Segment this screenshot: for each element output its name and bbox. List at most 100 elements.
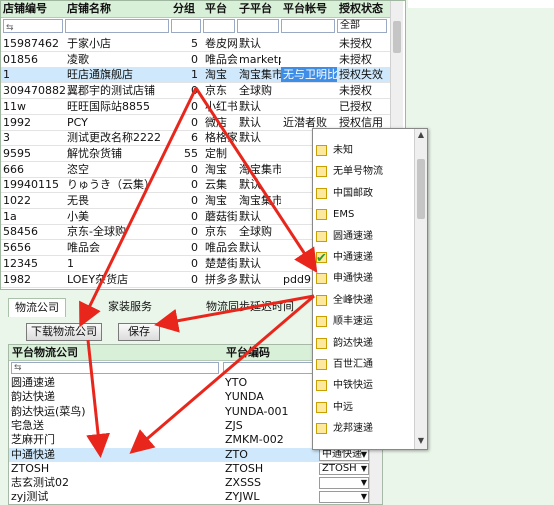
filter-platform[interactable] [203, 19, 235, 33]
table-cell: 9595 [3, 146, 31, 160]
col-group[interactable]: 分组 [171, 1, 201, 17]
checkbox[interactable] [316, 230, 327, 242]
list-item[interactable]: 志玄测试02 ZXSSS ▼ [9, 476, 369, 490]
popup-scroll-thumb[interactable] [417, 159, 425, 219]
table-cell: 唯品会 [205, 241, 237, 255]
table-cell: りゅうき（云集） [67, 178, 155, 192]
checkbox[interactable] [316, 145, 327, 156]
tab-sync-delay[interactable]: 物流同步延迟时间 [200, 298, 300, 316]
tab-bar: 物流公司 家装服务 物流同步延迟时间 [0, 298, 318, 317]
checkbox[interactable] [316, 273, 327, 285]
popup-option[interactable]: 龙邦速递 [316, 421, 412, 437]
col-auth-status[interactable]: 授权状态 [337, 1, 387, 17]
table-cell: 默认 [239, 209, 261, 223]
table-row[interactable]: 309470882 翼郡宇的测试店铺 0 京东 全球购 未授权 [1, 83, 393, 100]
table-row[interactable]: 11w 旺旺国际站8855 0 小红书 默认 已授权 [1, 99, 393, 115]
table-cell: 0 [191, 209, 198, 223]
download-logistics-button[interactable]: 下载物流公司 [26, 323, 102, 341]
popup-option[interactable]: 申通快递 [316, 271, 412, 287]
popup-option[interactable]: 无单号物流 [316, 164, 412, 180]
popup-option[interactable]: EMS [316, 207, 412, 223]
popup-option[interactable]: 中铁快运 [316, 378, 412, 394]
col-subplatform[interactable]: 子平台 [237, 1, 281, 17]
table-cell: 淘宝集市 [239, 194, 281, 207]
scroll-up-icon[interactable]: ▲ [415, 129, 427, 141]
filter-account[interactable] [281, 19, 335, 33]
tab-home-service[interactable]: 家装服务 [102, 298, 158, 316]
table-row[interactable]: 15987462 于家小店 5 卷皮网 默认 未授权 [1, 36, 393, 52]
popup-option-label: 中远 [333, 401, 353, 413]
table-cell: 翼郡宇的测试店铺 [67, 84, 155, 98]
table-cell: 0 [191, 225, 198, 239]
table-cell: 0 [191, 256, 198, 270]
table-cell: 小红书 [205, 99, 237, 113]
checkbox[interactable] [316, 359, 327, 370]
scroll-down-icon[interactable]: ▼ [415, 435, 427, 447]
col-platform[interactable]: 平台 [203, 1, 237, 17]
list-item[interactable]: zyj测试 ZYJWL ▼ [9, 490, 369, 504]
table-cell: 默认 [239, 99, 261, 113]
table-cell [281, 36, 337, 51]
chevron-down-icon: ▼ [360, 492, 367, 502]
table-row[interactable]: 01856 凌歌 0 唯品会marketplace 未授权 [1, 52, 393, 68]
table-cell: 6 [191, 131, 198, 145]
filter-shop-id[interactable]: ⇆ [3, 19, 63, 33]
checkbox[interactable] [316, 316, 327, 328]
table-cell: 微店 [205, 115, 227, 129]
tab-logistics[interactable]: 物流公司 [8, 298, 66, 317]
popup-option[interactable]: ✔ 中通速递 [316, 250, 412, 266]
check-icon: ✔ [316, 251, 327, 266]
col-shop-id[interactable]: 店铺编号 [1, 1, 65, 17]
table-cell: 唯品会 [67, 241, 100, 255]
checkbox[interactable] [316, 401, 327, 413]
logistics-select[interactable]: 中通快递 ▼ [319, 448, 369, 461]
popup-option[interactable]: 中远 [316, 400, 412, 416]
table-cell: 15987462 [3, 37, 59, 50]
popup-option[interactable]: 圆通速递 [316, 229, 412, 245]
popup-option[interactable]: 未知 [316, 143, 412, 159]
table-cell: 授权失效 [339, 68, 383, 82]
table-cell: 蘑菇街 [205, 209, 237, 223]
table-cell: 定制 [205, 146, 227, 160]
checkbox[interactable]: ✔ [316, 251, 327, 266]
scroll-thumb[interactable] [393, 21, 401, 53]
popup-option[interactable]: 全峰快递 [316, 293, 412, 309]
table-cell: 1 [3, 68, 10, 82]
col-shop-name[interactable]: 店铺名称 [65, 1, 171, 17]
popup-option[interactable]: 顺丰速运 [316, 314, 412, 330]
checkbox[interactable] [316, 337, 327, 349]
popup-option[interactable]: 百世汇通 [316, 357, 412, 373]
save-button[interactable]: 保存 [118, 323, 160, 341]
col-platform-logistics[interactable]: 平台物流公司 [9, 345, 223, 361]
filter-code[interactable] [223, 362, 317, 374]
logistics-select[interactable]: ▼ [319, 491, 369, 504]
popup-option[interactable]: 中国邮政 [316, 186, 412, 202]
popup-scrollbar[interactable]: ▲ ▼ [414, 129, 427, 449]
col-platform-code[interactable]: 平台编码 [223, 345, 319, 361]
checkbox[interactable] [316, 294, 327, 306]
checkbox[interactable] [316, 423, 327, 435]
list-item[interactable]: ZTOSH ZTOSH ZTOSH ▼ [9, 462, 369, 476]
checkbox[interactable] [316, 166, 327, 178]
filter-group[interactable] [171, 19, 201, 33]
popup-option-label: 全峰快递 [333, 294, 373, 306]
popup-option-label: 中国邮政 [333, 187, 373, 199]
table-cell: 旺旺国际站8855 [67, 99, 150, 113]
table-row[interactable]: 1 旺店通旗舰店 1 淘宝 淘宝集市 无与卫明比 授权失效 [1, 67, 393, 84]
filter-logistics[interactable]: ⇆ [11, 362, 219, 374]
logistics-select[interactable]: ▼ [319, 477, 369, 490]
popup-option[interactable]: 韵达快递 [316, 336, 412, 352]
checkbox[interactable] [316, 209, 327, 221]
table-cell: 淘宝集市 [239, 162, 281, 176]
col-account[interactable]: 平台帐号 [281, 1, 337, 17]
filter-shop-name[interactable] [65, 19, 169, 33]
logistics-name: 中通快递 [11, 447, 55, 461]
filter-status[interactable]: 全部 [337, 19, 387, 33]
logistics-select[interactable]: ZTOSH ▼ [319, 462, 369, 475]
checkbox[interactable] [316, 380, 327, 392]
filter-subplatform[interactable] [237, 19, 279, 33]
table-cell: 无与卫明比 [281, 67, 337, 83]
checkbox[interactable] [316, 187, 327, 199]
logistics-code: ZTO [225, 447, 248, 461]
table-cell: 5656 [3, 241, 31, 255]
